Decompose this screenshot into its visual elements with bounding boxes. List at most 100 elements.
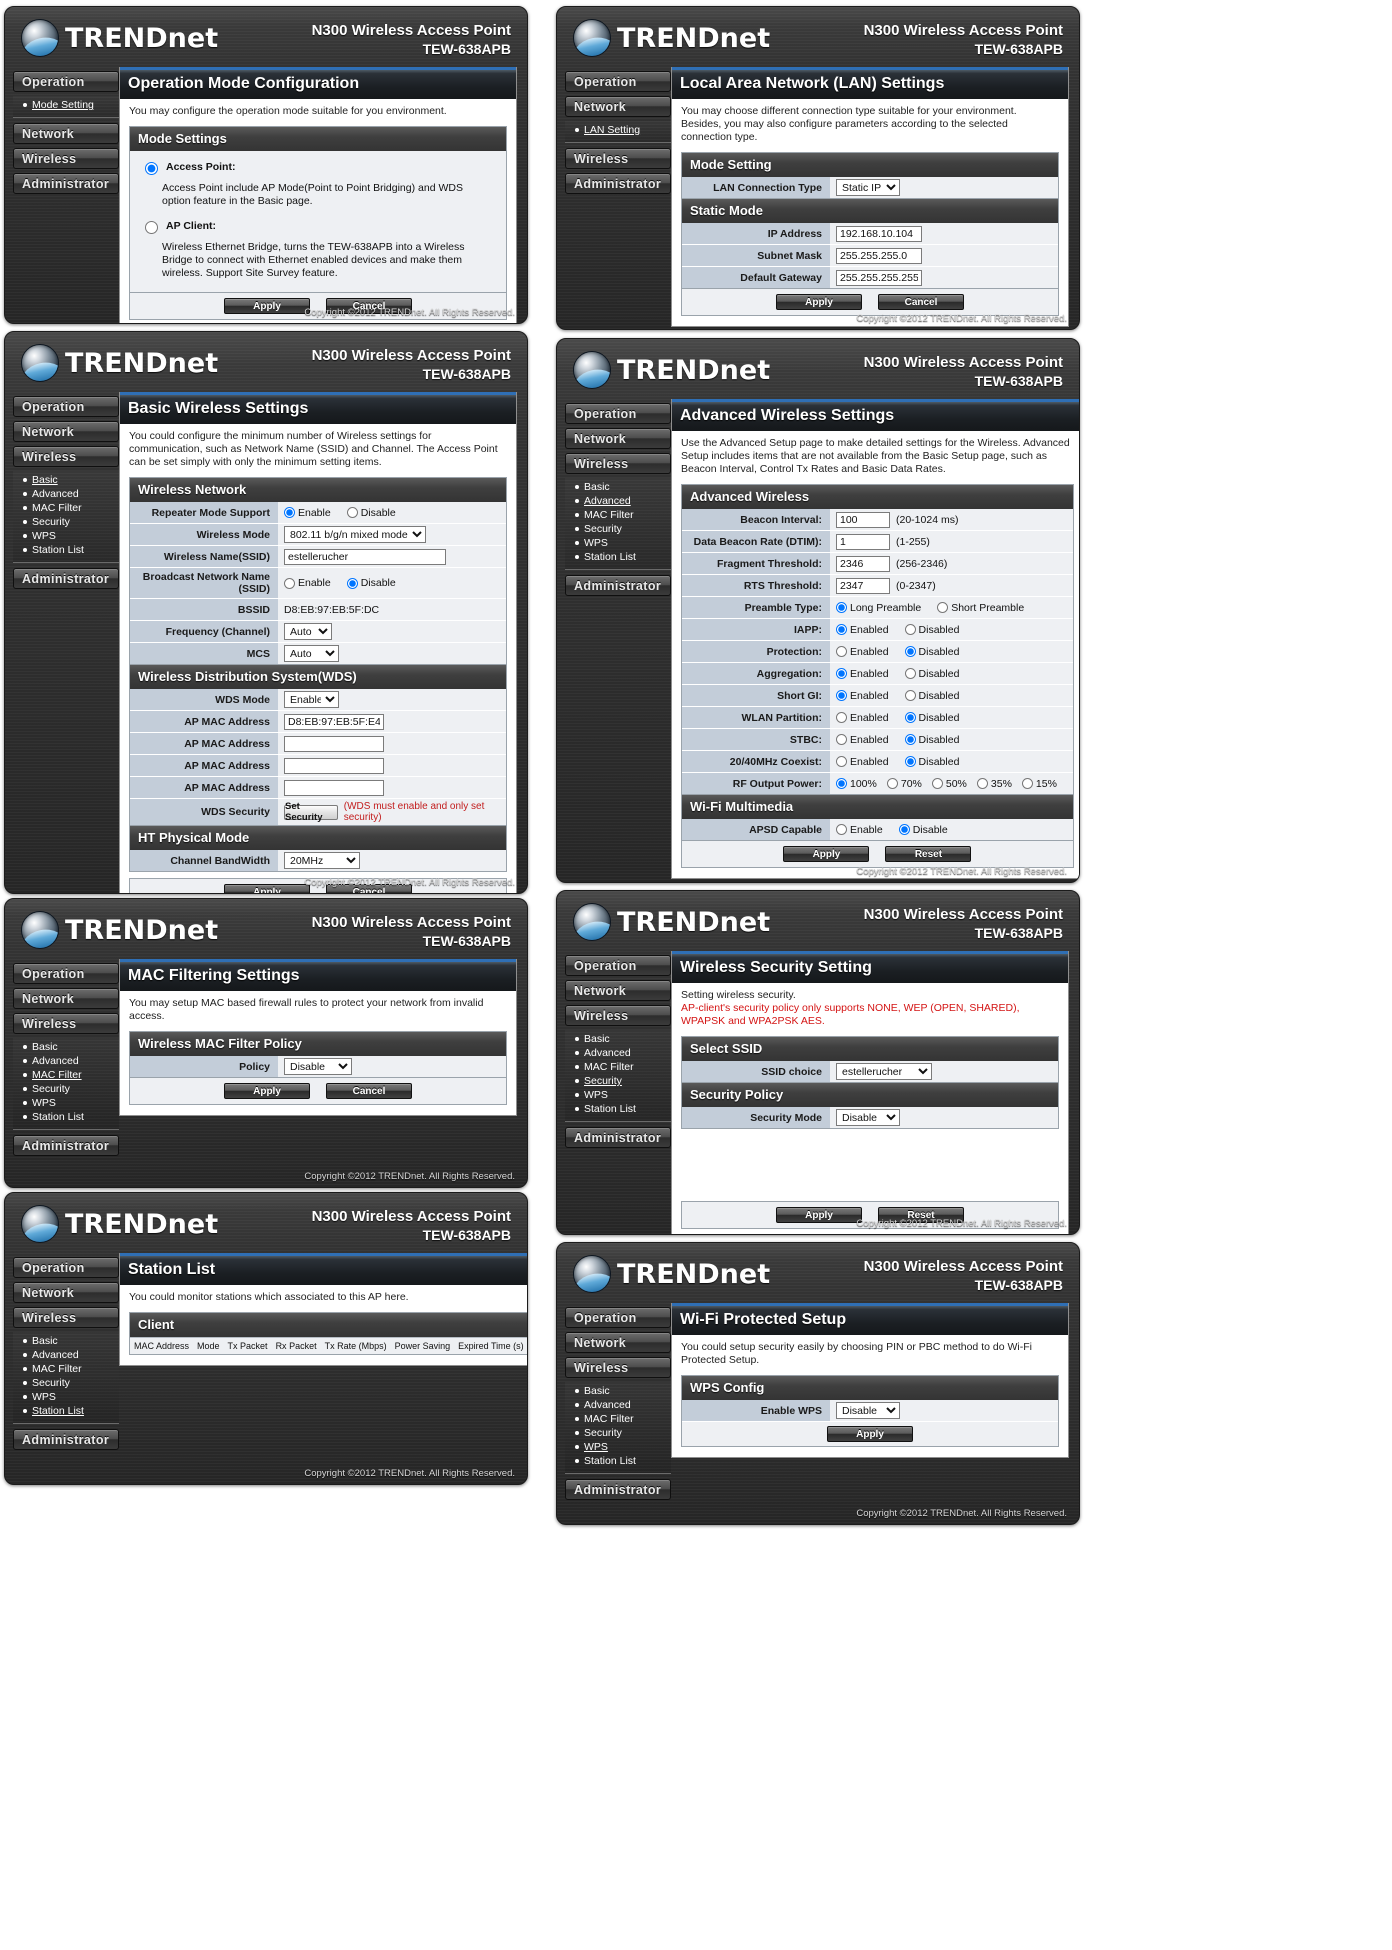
ip-address-input[interactable] (836, 225, 922, 242)
stbc-enabled-radio[interactable] (836, 734, 847, 745)
ap-mac-input-3[interactable] (284, 757, 384, 774)
sidebar-item-advanced[interactable]: Advanced (13, 487, 119, 501)
sidebar-item-mac-filter[interactable]: MAC Filter (565, 1060, 671, 1074)
sidebar-item-network[interactable]: Network (565, 96, 671, 117)
enable-wps-select[interactable]: Disable (836, 1402, 900, 1419)
wlan-partition-enabled-radio[interactable] (836, 712, 847, 723)
sidebar-item-network[interactable]: Network (565, 980, 671, 1001)
sidebar-item-advanced[interactable]: Advanced (565, 494, 671, 508)
aggregation-disabled-option[interactable]: Disabled (904, 668, 959, 680)
rf-70-radio[interactable] (886, 778, 898, 789)
ap-mac-input-4[interactable] (284, 779, 384, 796)
sidebar-item-station-list[interactable]: Station List (565, 1454, 671, 1468)
rf-70-option[interactable]: 70% (886, 778, 922, 790)
reset-button[interactable]: Reset (885, 846, 972, 862)
repeater-disable-radio[interactable] (346, 507, 358, 518)
iapp-disabled-radio[interactable] (904, 624, 916, 635)
frequency-select[interactable]: Auto (284, 623, 332, 640)
sidebar-item-security[interactable]: Security (13, 515, 119, 529)
protection-enabled-radio[interactable] (836, 646, 847, 657)
sidebar-item-station-list[interactable]: Station List (13, 543, 119, 557)
sidebar-item-basic[interactable]: Basic (13, 473, 119, 487)
rf-35-radio[interactable] (976, 778, 988, 789)
protection-disabled-radio[interactable] (904, 646, 916, 657)
sidebar-item-wireless[interactable]: Wireless (565, 453, 671, 474)
stbc-disabled-radio[interactable] (904, 734, 916, 745)
apply-button[interactable]: Apply (224, 884, 310, 893)
rf-35-option[interactable]: 35% (976, 778, 1012, 790)
apply-button[interactable]: Apply (776, 1207, 862, 1223)
sidebar-item-network[interactable]: Network (13, 123, 119, 144)
rf-50-radio[interactable] (931, 778, 943, 789)
short-gi-enabled-option[interactable]: Enabled (836, 690, 889, 702)
sidebar-item-advanced[interactable]: Advanced (565, 1046, 671, 1060)
sidebar-item-station-list[interactable]: Station List (13, 1404, 119, 1418)
sidebar-item-basic[interactable]: Basic (565, 480, 671, 494)
sidebar-item-operation[interactable]: Operation (565, 403, 671, 424)
fragment-threshold-input[interactable] (836, 555, 890, 572)
sidebar-item-administrator[interactable]: Administrator (13, 1429, 119, 1450)
sidebar-item-network[interactable]: Network (13, 988, 119, 1009)
wireless-mode-select[interactable]: 802.11 b/g/n mixed mode (284, 526, 426, 543)
wds-mode-select[interactable]: Enable (284, 691, 339, 708)
protection-disabled-option[interactable]: Disabled (904, 646, 959, 658)
aggregation-disabled-radio[interactable] (904, 668, 916, 679)
ap-client-radio[interactable] (145, 221, 158, 234)
sidebar-item-wireless[interactable]: Wireless (13, 148, 119, 169)
sidebar-item-wireless[interactable]: Wireless (565, 1005, 671, 1026)
mode-option-access-point[interactable]: Access Point: Access Point include AP Mo… (140, 159, 496, 208)
sidebar-item-mac-filter[interactable]: MAC Filter (13, 501, 119, 515)
apply-button[interactable]: Apply (783, 846, 870, 862)
sidebar-item-security[interactable]: Security (13, 1082, 119, 1096)
coexist-enabled-radio[interactable] (836, 756, 847, 767)
set-security-button[interactable]: Set Security (284, 801, 338, 823)
sidebar-item-advanced[interactable]: Advanced (565, 1398, 671, 1412)
subnet-mask-input[interactable] (836, 247, 922, 264)
wlan-partition-disabled-option[interactable]: Disabled (904, 712, 959, 724)
ap-mac-input-1[interactable] (284, 713, 384, 730)
dtim-input[interactable] (836, 533, 890, 550)
default-gateway-input[interactable] (836, 269, 922, 286)
aggregation-enabled-option[interactable]: Enabled (836, 668, 889, 680)
beacon-interval-input[interactable] (836, 511, 890, 528)
sidebar-item-mode-setting[interactable]: Mode Setting (13, 98, 119, 112)
apply-button[interactable]: Apply (776, 294, 862, 310)
short-gi-disabled-radio[interactable] (904, 690, 916, 701)
sidebar-item-basic[interactable]: Basic (565, 1384, 671, 1398)
sidebar-item-basic[interactable]: Basic (565, 1032, 671, 1046)
rts-threshold-input[interactable] (836, 577, 890, 594)
ssid-choice-select[interactable]: estellerucher (836, 1063, 932, 1080)
preamble-long-option[interactable]: Long Preamble (836, 602, 921, 614)
sidebar-item-advanced[interactable]: Advanced (13, 1054, 119, 1068)
apsd-enable-radio[interactable] (836, 824, 847, 835)
sidebar-item-wireless[interactable]: Wireless (565, 1357, 671, 1378)
sidebar-item-mac-filter[interactable]: MAC Filter (13, 1362, 119, 1376)
wlan-partition-disabled-radio[interactable] (904, 712, 916, 723)
stbc-disabled-option[interactable]: Disabled (904, 734, 959, 746)
sidebar-item-basic[interactable]: Basic (13, 1334, 119, 1348)
sidebar-item-network[interactable]: Network (565, 428, 671, 449)
lan-connection-type-select[interactable]: Static IP (836, 179, 900, 196)
sidebar-item-wireless[interactable]: Wireless (13, 1013, 119, 1034)
broadcast-disable-radio[interactable] (346, 577, 358, 589)
broadcast-disable-option[interactable]: Disable (346, 577, 396, 589)
sidebar-item-administrator[interactable]: Administrator (565, 1479, 671, 1500)
coexist-disabled-option[interactable]: Disabled (904, 756, 959, 768)
sidebar-item-mac-filter[interactable]: MAC Filter (565, 1412, 671, 1426)
iapp-enabled-option[interactable]: Enabled (836, 624, 889, 636)
sidebar-item-administrator[interactable]: Administrator (565, 1127, 671, 1148)
access-point-radio[interactable] (145, 162, 158, 175)
repeater-disable-option[interactable]: Disable (346, 507, 396, 519)
security-mode-select[interactable]: Disable (836, 1109, 900, 1126)
sidebar-item-station-list[interactable]: Station List (565, 1102, 671, 1116)
apply-button[interactable]: Apply (827, 1426, 913, 1442)
sidebar-item-operation[interactable]: Operation (565, 955, 671, 976)
sidebar-item-wps[interactable]: WPS (565, 1088, 671, 1102)
sidebar-item-network[interactable]: Network (565, 1332, 671, 1353)
sidebar-item-administrator[interactable]: Administrator (565, 575, 671, 596)
preamble-short-radio[interactable] (937, 602, 949, 613)
rf-50-option[interactable]: 50% (931, 778, 967, 790)
sidebar-item-mac-filter[interactable]: MAC Filter (565, 508, 671, 522)
sidebar-item-network[interactable]: Network (13, 1282, 119, 1303)
apsd-disable-option[interactable]: Disable (898, 824, 948, 836)
